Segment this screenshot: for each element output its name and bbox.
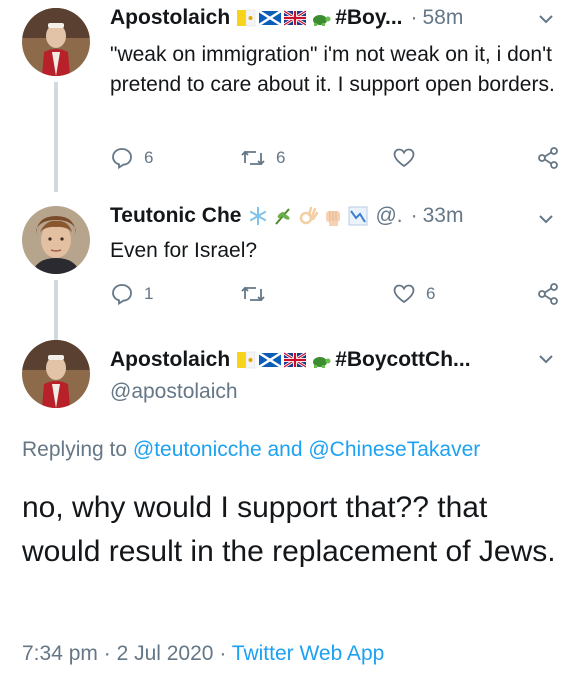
like-button[interactable] — [392, 146, 426, 170]
share-icon — [538, 283, 558, 305]
separator-dot: · — [410, 204, 418, 227]
turtle-icon — [313, 357, 331, 368]
tweet-actions: 6 6 — [110, 146, 560, 174]
name-emojis — [236, 350, 331, 370]
timestamp[interactable]: 58m — [422, 6, 463, 30]
thread-line — [54, 280, 58, 344]
handle[interactable]: @apostolaich — [110, 380, 238, 404]
retweet-icon — [241, 286, 265, 302]
herb-icon — [275, 208, 291, 225]
tweet-source[interactable]: Twitter Web App — [232, 642, 385, 665]
tweet-meta: 7:34 pm · 2 Jul 2020 · Twitter Web App — [22, 642, 384, 666]
share-icon — [538, 147, 558, 169]
share-button[interactable] — [536, 282, 560, 306]
chevron-down-icon[interactable] — [537, 350, 555, 368]
chevron-down-icon[interactable] — [537, 10, 555, 28]
name-emojis — [247, 205, 369, 227]
share-button[interactable] — [536, 146, 560, 170]
retweet-count: 6 — [276, 148, 286, 167]
tweet-1[interactable]: Apostolaich #Boy... · 58m "weak on immig… — [0, 0, 577, 200]
meta-separator: · — [97, 642, 117, 665]
raised-fist-icon — [326, 211, 341, 226]
scotland-flag-icon — [259, 9, 282, 27]
reply-count: 1 — [144, 284, 154, 303]
chevron-down-icon[interactable] — [537, 210, 555, 228]
separator-dot: · — [410, 6, 418, 29]
uk-flag-icon — [284, 9, 307, 27]
turtle-icon — [313, 15, 331, 26]
retweet-button[interactable] — [240, 282, 276, 306]
reply-button[interactable]: 1 — [110, 282, 153, 306]
hashtag[interactable]: #Boy... — [335, 6, 402, 30]
heart-icon — [393, 284, 415, 304]
tweet-text: Even for Israel? — [110, 239, 258, 262]
reply-mention-teutonicche[interactable]: @teutonicche — [133, 438, 262, 461]
reply-button[interactable]: 6 — [110, 146, 153, 170]
replying-prefix: Replying to — [22, 438, 133, 461]
vatican-flag-icon — [237, 9, 256, 27]
scotland-flag-icon — [259, 351, 282, 369]
display-name[interactable]: Teutonic Che — [110, 204, 241, 228]
tweet-header: Apostolaich #BoycottCh... — [110, 346, 577, 374]
vatican-flag-icon — [237, 351, 256, 369]
thread-line — [54, 82, 58, 192]
reply-mention-and[interactable]: and — [262, 438, 309, 461]
tweet-header: Teutonic Che @. · 33m — [110, 202, 577, 230]
meta-separator: · — [213, 642, 232, 665]
avatar[interactable] — [22, 8, 90, 76]
retweet-icon — [241, 150, 265, 166]
reply-icon — [112, 148, 132, 170]
tweet-header: Apostolaich #Boy... · 58m — [110, 4, 577, 32]
avatar-pope-image — [22, 8, 90, 76]
chart-decreasing-icon — [348, 206, 368, 226]
retweet-button[interactable]: 6 — [240, 146, 285, 170]
like-count: 6 — [426, 284, 436, 303]
avatar[interactable] — [22, 340, 90, 408]
tweet-text: "weak on immigration" i'm not weak on it… — [110, 43, 555, 96]
avatar[interactable] — [22, 206, 90, 274]
reply-count: 6 — [144, 148, 154, 167]
tweet-actions: 1 6 — [110, 282, 560, 310]
avatar-pope-image — [22, 340, 90, 408]
replying-to: Replying to @teutonicche and @ChineseTak… — [22, 438, 480, 462]
reply-mention-chinesetakaver[interactable]: @ChineseTakaver — [308, 438, 480, 461]
snowflake-icon — [250, 207, 267, 225]
handle[interactable]: @. — [375, 204, 402, 228]
focused-tweet-text: no, why would I support that?? that woul… — [22, 491, 556, 568]
display-name[interactable]: Apostolaich — [110, 6, 230, 30]
timestamp[interactable]: 33m — [423, 204, 464, 228]
tweet-time[interactable]: 7:34 pm — [22, 642, 98, 665]
like-button[interactable]: 6 — [392, 282, 435, 306]
uk-flag-icon — [284, 351, 307, 369]
tweet-2[interactable]: Teutonic Che @. · 33m Even for Israel? 1… — [0, 196, 577, 344]
ok-hand-icon — [300, 206, 319, 225]
hashtag[interactable]: #BoycottCh... — [335, 348, 470, 372]
name-emojis — [236, 8, 331, 28]
heart-icon — [393, 148, 415, 168]
avatar-portrait-image — [22, 206, 90, 274]
display-name[interactable]: Apostolaich — [110, 348, 230, 372]
tweet-date[interactable]: 2 Jul 2020 — [117, 642, 214, 665]
reply-icon — [112, 284, 132, 306]
